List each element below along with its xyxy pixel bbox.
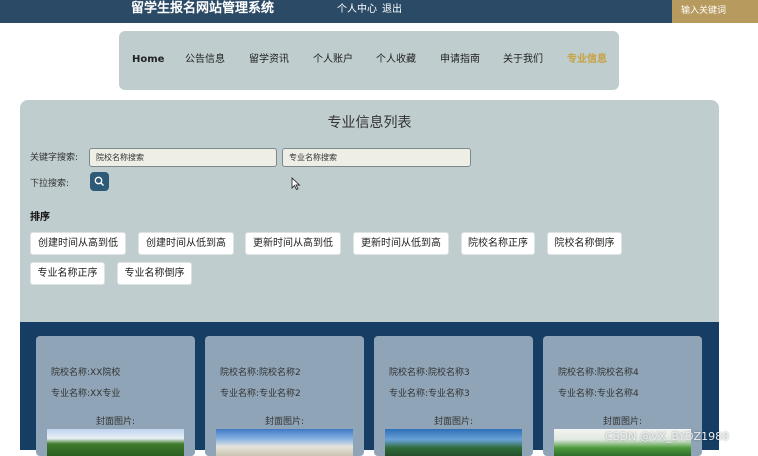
nav-personal-account[interactable]: 个人账户 [313, 53, 353, 67]
card-major-name: 专业名称:专业名称2 [220, 389, 301, 399]
nav-personal-favorites[interactable]: 个人收藏 [376, 53, 416, 67]
card-cover-image [385, 429, 522, 456]
dropdown-search-label: 下拉搜索: [30, 179, 70, 189]
sort-major-asc-button[interactable]: 专业名称正序 [30, 262, 105, 285]
sort-created-desc-button[interactable]: 创建时间从高到低 [30, 232, 126, 255]
sort-updated-desc-button[interactable]: 更新时间从高到低 [245, 232, 341, 255]
card-school-name: 院校名称:院校名称4 [558, 368, 639, 378]
major-card[interactable]: 院校名称:院校名称2 专业名称:专业名称2 封面图片: [205, 336, 364, 456]
keyword-search-label: 关键字搜索: [30, 153, 79, 163]
nav-application-guide[interactable]: 申请指南 [440, 53, 480, 67]
logout-link[interactable]: 退出 [382, 3, 402, 17]
card-cover-image [47, 429, 184, 456]
sort-title: 排序 [30, 212, 50, 223]
major-card[interactable]: 院校名称:XX院校 专业名称:XX专业 封面图片: [36, 336, 195, 456]
search-icon [94, 176, 104, 186]
watermark: CSDN @VX_BYDZ1988 [605, 430, 730, 443]
card-cover-label: 封面图片: [433, 417, 474, 427]
card-school-name: 院校名称:院校名称3 [389, 368, 470, 378]
user-center-link[interactable]: 个人中心 [337, 3, 377, 17]
main-nav: Home 公告信息 留学资讯 个人账户 个人收藏 申请指南 关于我们 专业信息 [119, 31, 619, 90]
sort-created-asc-button[interactable]: 创建时间从低到高 [138, 232, 234, 255]
nav-announcements[interactable]: 公告信息 [185, 53, 225, 67]
card-cover-image [216, 429, 353, 456]
sort-updated-asc-button[interactable]: 更新时间从低到高 [353, 232, 449, 255]
card-major-name: 专业名称:专业名称3 [389, 389, 470, 399]
nav-study-abroad-news[interactable]: 留学资讯 [249, 53, 289, 67]
school-name-search-input[interactable] [89, 148, 277, 167]
card-major-name: 专业名称:XX专业 [51, 389, 121, 399]
card-school-name: 院校名称:院校名称2 [220, 368, 301, 378]
sort-school-desc-button[interactable]: 院校名称倒序 [547, 232, 622, 255]
site-title: 留学生报名网站管理系统 [131, 1, 275, 16]
card-cover-label: 封面图片: [264, 417, 305, 427]
nav-about-us[interactable]: 关于我们 [503, 53, 543, 67]
card-school-name: 院校名称:XX院校 [51, 368, 121, 378]
mouse-cursor-icon [291, 177, 301, 191]
search-panel: 专业信息列表 关键字搜索: 下拉搜索: 排序 创建时间从高到低 创建时间从低到高… [20, 100, 719, 322]
nav-major-info[interactable]: 专业信息 [567, 53, 607, 67]
sort-major-desc-button[interactable]: 专业名称倒序 [117, 262, 192, 285]
search-button[interactable] [90, 172, 109, 191]
page-title: 专业信息列表 [327, 115, 412, 131]
keyword-search-input[interactable] [672, 0, 758, 23]
major-card[interactable]: 院校名称:院校名称3 专业名称:专业名称3 封面图片: [374, 336, 533, 456]
major-name-search-input[interactable] [282, 148, 471, 167]
card-cover-label: 封面图片: [602, 417, 643, 427]
nav-home[interactable]: Home [132, 53, 164, 67]
card-major-name: 专业名称:专业名称4 [558, 389, 639, 399]
sort-school-asc-button[interactable]: 院校名称正序 [461, 232, 535, 255]
top-bar: 留学生报名网站管理系统 个人中心 退出 [0, 0, 758, 23]
card-cover-label: 封面图片: [95, 417, 136, 427]
